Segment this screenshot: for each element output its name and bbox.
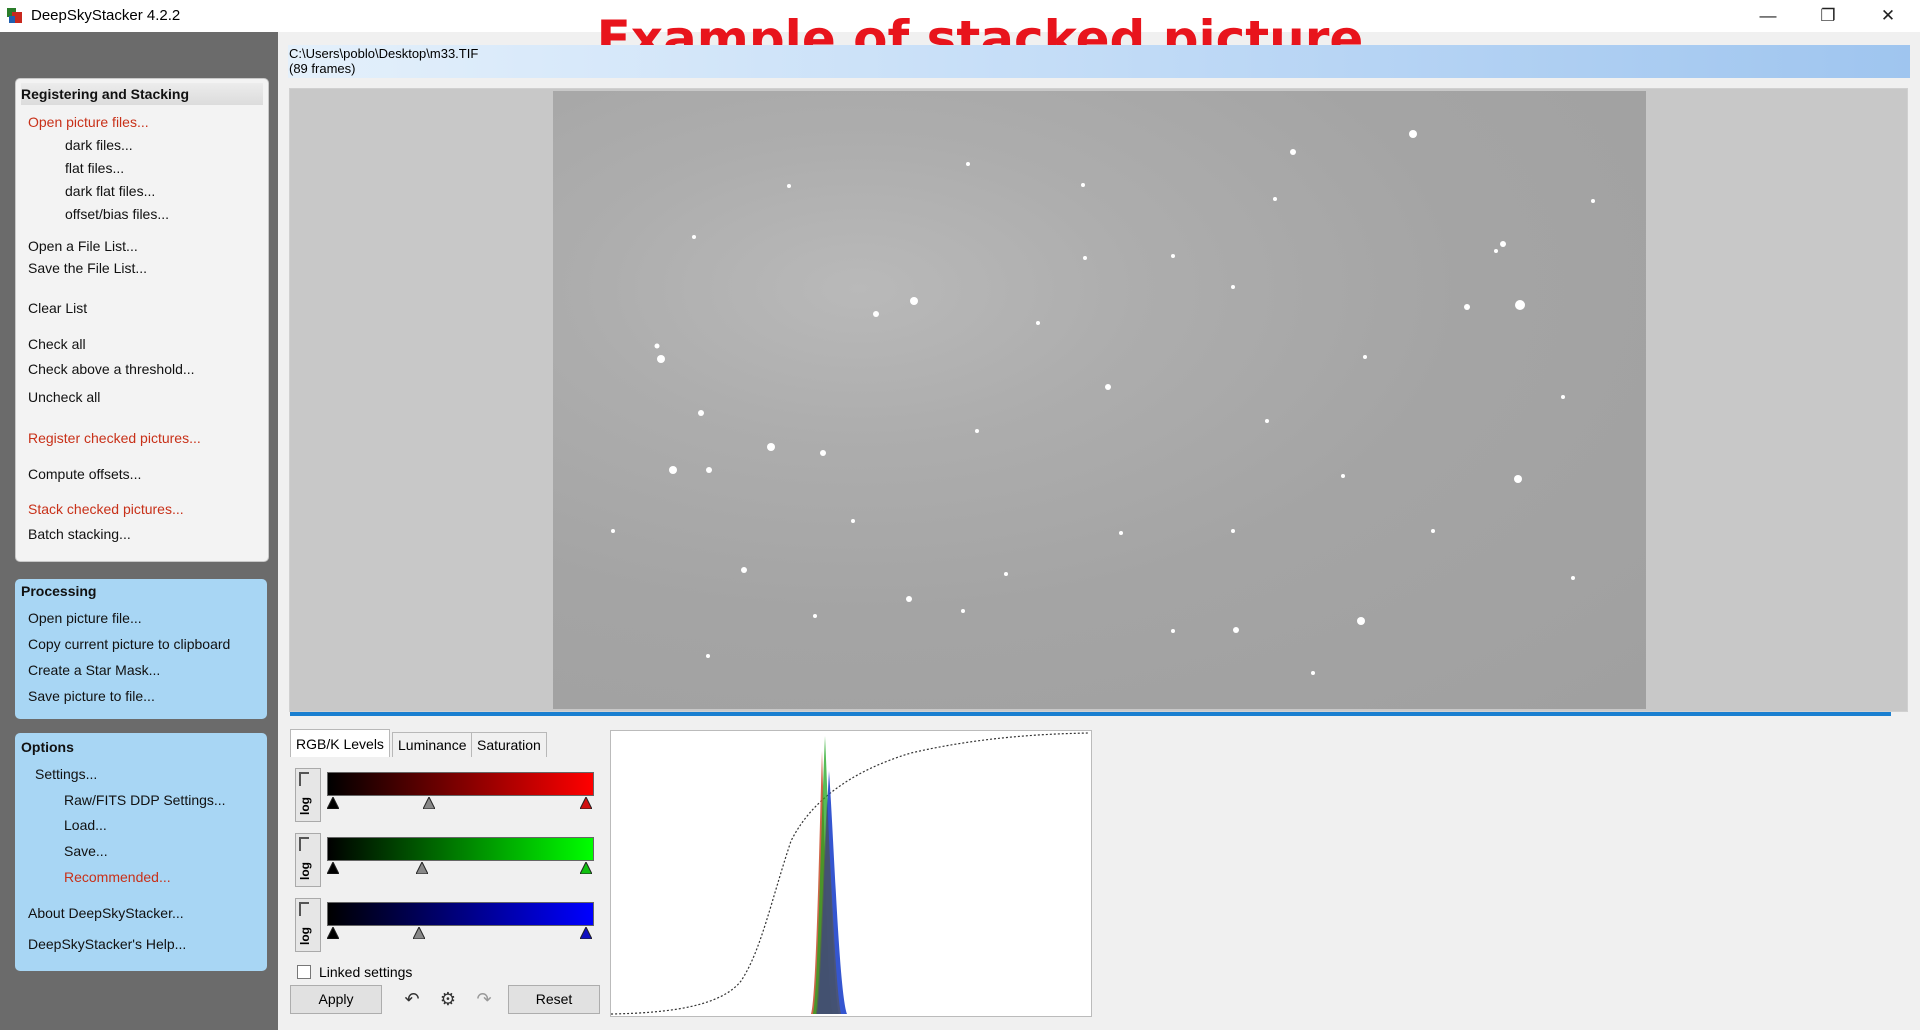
stacked-picture[interactable] bbox=[553, 91, 1646, 709]
compute-offsets-link[interactable]: Compute offsets... bbox=[28, 466, 141, 482]
raw-fits-settings-link[interactable]: Raw/FITS DDP Settings... bbox=[64, 792, 226, 808]
about-link[interactable]: About DeepSkyStacker... bbox=[28, 905, 184, 921]
green-level-slider[interactable] bbox=[326, 860, 593, 875]
load-settings-link[interactable]: Load... bbox=[64, 817, 107, 833]
save-settings-link[interactable]: Save... bbox=[64, 843, 108, 859]
red-level-gradient bbox=[327, 772, 594, 796]
redo-icon[interactable]: ↷ bbox=[473, 989, 495, 1009]
red-black-point-handle[interactable] bbox=[326, 795, 340, 810]
green-level-gradient bbox=[327, 837, 594, 861]
batch-stacking-link[interactable]: Batch stacking... bbox=[28, 526, 131, 542]
histogram-plot bbox=[610, 732, 1090, 1015]
app-logo-icon bbox=[7, 8, 22, 23]
recommended-link[interactable]: Recommended... bbox=[64, 869, 171, 885]
file-path-bar bbox=[288, 45, 1910, 78]
log-label: log bbox=[298, 862, 312, 880]
frame-count: (89 frames) bbox=[289, 61, 356, 76]
save-file-list-link[interactable]: Save the File List... bbox=[28, 260, 147, 276]
close-button[interactable]: ✕ bbox=[1858, 0, 1918, 32]
registering-header: Registering and Stacking bbox=[21, 83, 263, 105]
flat-files-link[interactable]: flat files... bbox=[65, 160, 124, 176]
copy-to-clipboard-link[interactable]: Copy current picture to clipboard bbox=[28, 636, 230, 652]
log-toggle-green[interactable]: log bbox=[295, 833, 321, 887]
stack-checked-link[interactable]: Stack checked pictures... bbox=[28, 501, 184, 517]
red-level-slider[interactable] bbox=[326, 795, 593, 810]
restore-button[interactable]: ❐ bbox=[1798, 0, 1858, 32]
red-mid-point-handle[interactable] bbox=[422, 795, 436, 810]
tab-saturation[interactable]: Saturation bbox=[471, 732, 547, 758]
open-picture-files-link[interactable]: Open picture files... bbox=[28, 114, 149, 130]
log-label: log bbox=[298, 797, 312, 815]
log-corner-icon bbox=[299, 772, 309, 786]
star-field bbox=[611, 130, 1595, 675]
log-label: log bbox=[298, 927, 312, 945]
settings-wheel-icon[interactable]: ⚙ bbox=[437, 989, 459, 1009]
dark-files-link[interactable]: dark files... bbox=[65, 137, 133, 153]
blue-white-point-handle[interactable] bbox=[579, 925, 593, 940]
reset-button[interactable]: Reset bbox=[508, 985, 600, 1014]
blue-black-point-handle[interactable] bbox=[326, 925, 340, 940]
log-corner-icon bbox=[299, 902, 309, 916]
viewer-separator bbox=[290, 712, 1891, 716]
offset-bias-files-link[interactable]: offset/bias files... bbox=[65, 206, 169, 222]
save-picture-link[interactable]: Save picture to file... bbox=[28, 688, 155, 704]
settings-link[interactable]: Settings... bbox=[35, 766, 97, 782]
help-link[interactable]: DeepSkyStacker's Help... bbox=[28, 936, 186, 952]
log-toggle-blue[interactable]: log bbox=[295, 898, 321, 952]
log-corner-icon bbox=[299, 837, 309, 851]
tab-rgb-levels[interactable]: RGB/K Levels bbox=[290, 729, 390, 758]
green-mid-point-handle[interactable] bbox=[414, 860, 429, 875]
create-star-mask-link[interactable]: Create a Star Mask... bbox=[28, 662, 160, 678]
blue-level-gradient bbox=[327, 902, 594, 926]
red-white-point-handle[interactable] bbox=[579, 795, 593, 810]
file-info: C:\Users\poblo\Desktop\m33.TIF (89 frame… bbox=[289, 46, 478, 76]
check-above-threshold-link[interactable]: Check above a threshold... bbox=[28, 361, 195, 377]
linked-settings-label: Linked settings bbox=[319, 964, 413, 980]
undo-icon[interactable]: ↶ bbox=[401, 989, 423, 1009]
processing-header: Processing bbox=[21, 583, 97, 599]
log-toggle-red[interactable]: log bbox=[295, 768, 321, 822]
minimize-button[interactable]: — bbox=[1738, 0, 1798, 32]
green-white-point-handle[interactable] bbox=[579, 860, 593, 875]
register-checked-link[interactable]: Register checked pictures... bbox=[28, 430, 201, 446]
left-panel: Registering and Stacking Open picture fi… bbox=[0, 32, 278, 1030]
processing-group: Processing Open picture file... Copy cur… bbox=[15, 579, 267, 719]
open-file-list-link[interactable]: Open a File List... bbox=[28, 238, 138, 254]
window-title: DeepSkyStacker 4.2.2 bbox=[31, 7, 181, 24]
options-group: Options Settings... Raw/FITS DDP Setting… bbox=[15, 733, 267, 971]
transfer-curve bbox=[610, 732, 1090, 1015]
clear-list-link[interactable]: Clear List bbox=[28, 300, 87, 316]
blue-mid-point-handle[interactable] bbox=[412, 925, 426, 940]
uncheck-all-link[interactable]: Uncheck all bbox=[28, 389, 100, 405]
registering-group: Registering and Stacking Open picture fi… bbox=[15, 78, 269, 562]
histogram bbox=[610, 730, 1092, 1017]
check-all-link[interactable]: Check all bbox=[28, 336, 86, 352]
blue-level-slider[interactable] bbox=[326, 925, 593, 940]
file-path: C:\Users\poblo\Desktop\m33.TIF bbox=[289, 46, 479, 61]
tab-luminance[interactable]: Luminance bbox=[392, 732, 473, 758]
green-black-point-handle[interactable] bbox=[326, 860, 340, 875]
options-header: Options bbox=[21, 739, 74, 755]
linked-settings-checkbox[interactable] bbox=[297, 965, 311, 979]
apply-button[interactable]: Apply bbox=[290, 985, 382, 1014]
dark-flat-files-link[interactable]: dark flat files... bbox=[65, 183, 155, 199]
open-picture-file-link[interactable]: Open picture file... bbox=[28, 610, 142, 626]
